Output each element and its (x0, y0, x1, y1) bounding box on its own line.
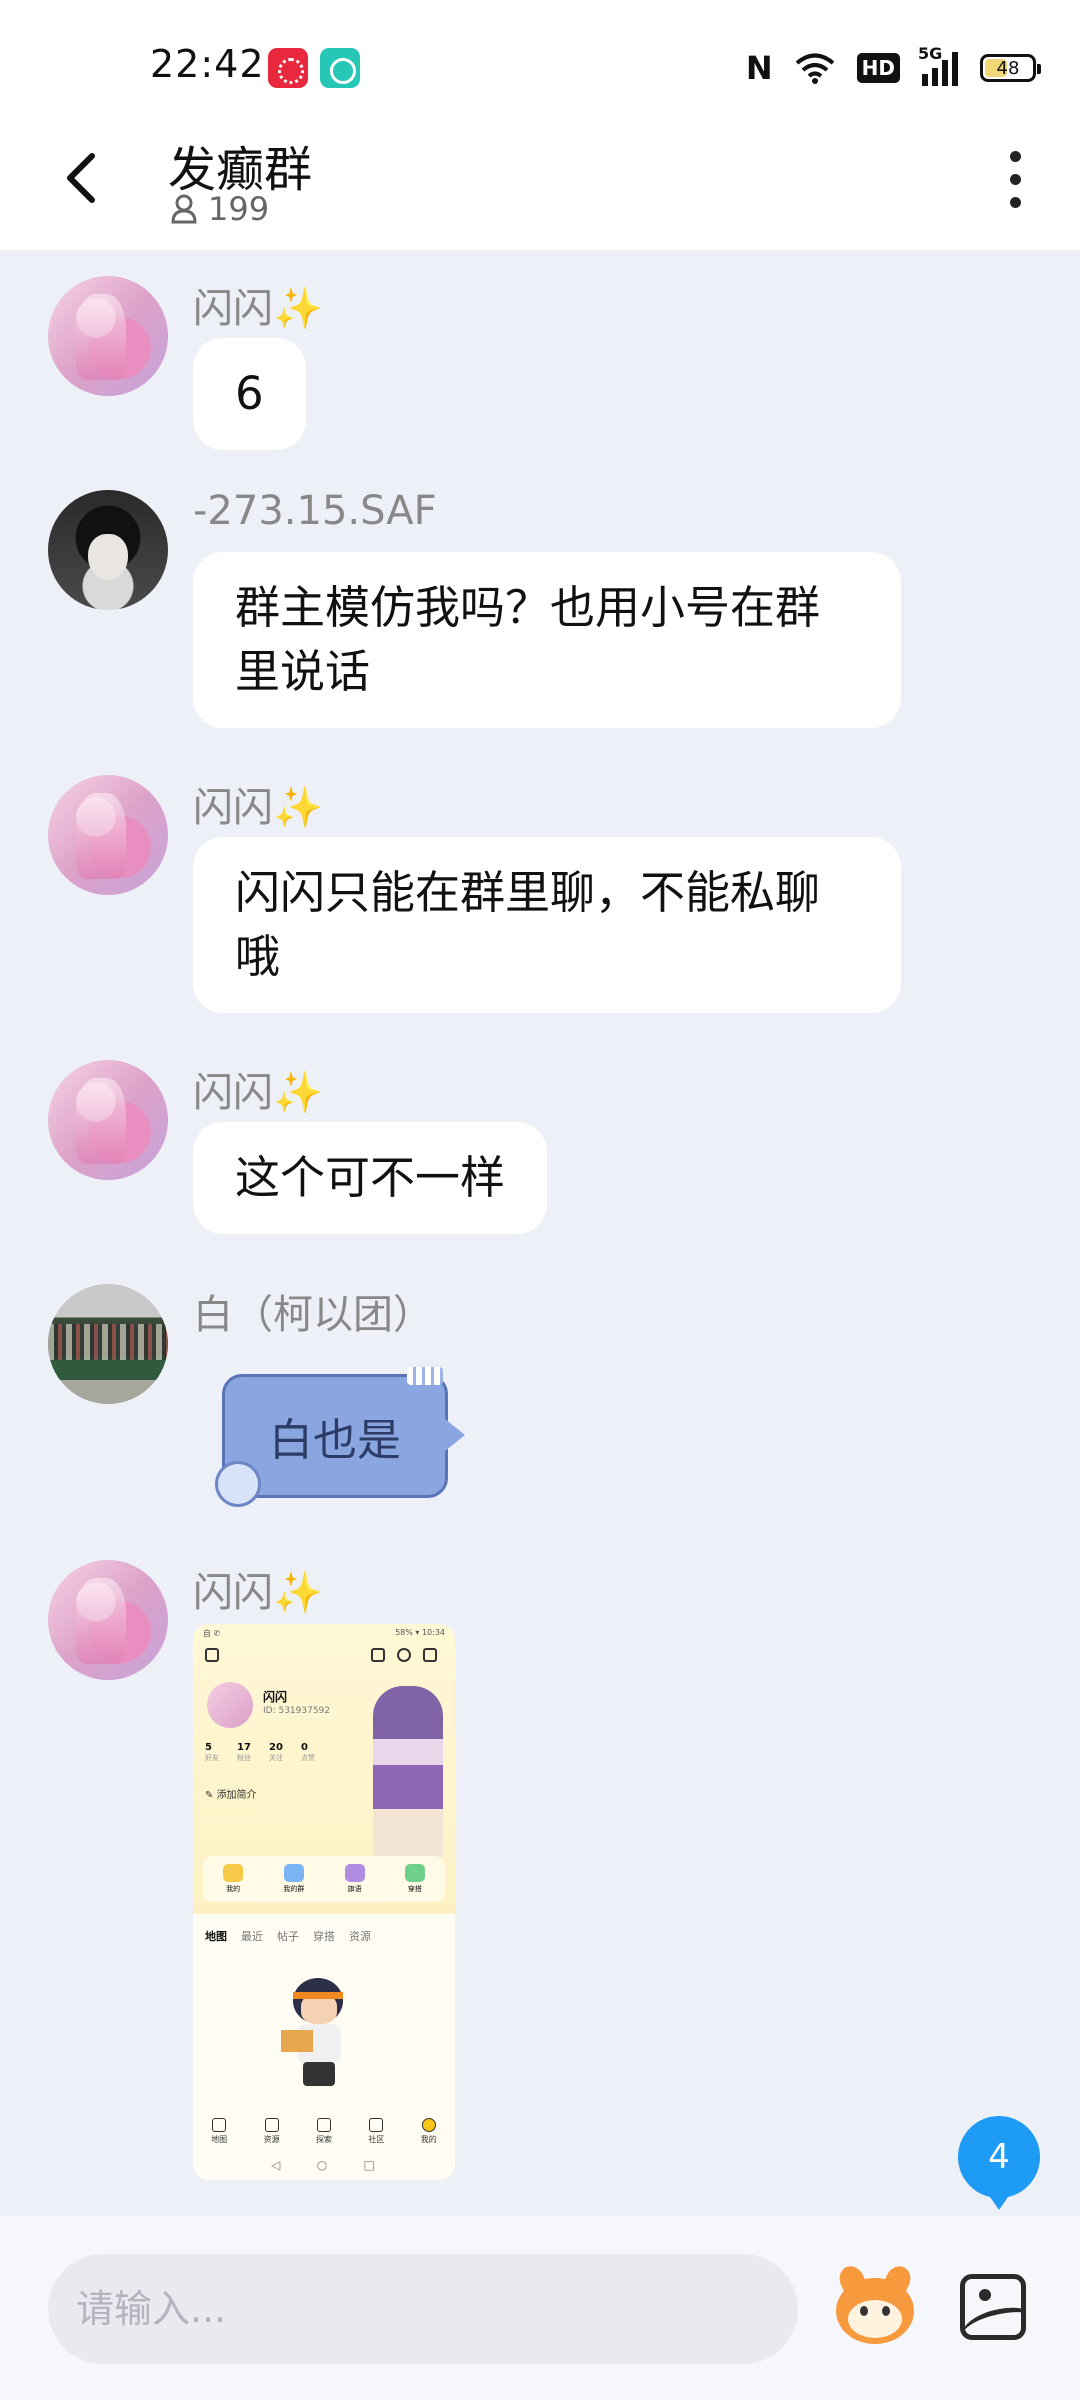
nfc-icon: N (745, 49, 773, 87)
emoji-mascot-icon[interactable] (830, 2262, 920, 2350)
avatar[interactable] (48, 775, 168, 895)
avatar[interactable] (48, 276, 168, 396)
screenshot-system-nav: ◁ ○ □ (271, 2158, 375, 2172)
wifi-icon (795, 53, 834, 84)
avatar[interactable] (48, 1284, 168, 1404)
image-message[interactable]: 自 ✆ 58% ▾ 10:34 闪闪 ID: 531937592 5 好友 17 粉… (193, 1624, 455, 2180)
screenshot-status-left: 自 ✆ (203, 1629, 221, 1638)
scan-icon (371, 1648, 385, 1662)
avatar[interactable] (48, 490, 168, 610)
status-time: 22:42 (150, 42, 265, 86)
input-bar (0, 2216, 1080, 2400)
member-count: 199 (170, 190, 269, 228)
battery-icon: 48 (980, 54, 1041, 82)
sender-name: 闪闪✨ (193, 1070, 323, 1116)
bubble-decoration (215, 1461, 261, 1507)
menu-icon (205, 1648, 219, 1662)
decorated-message-bubble[interactable]: 白也是 (215, 1367, 465, 1507)
message-line: 哦 (235, 930, 281, 983)
network-type: 5G (918, 44, 943, 63)
cartoon-character (279, 1978, 359, 2088)
more-icon[interactable] (990, 144, 1040, 214)
screenshot-status-right: 58% ▾ 10:34 (395, 1628, 445, 1637)
screenshot-user-name: 闪闪 (263, 1690, 288, 1704)
message-line: 里说话 (235, 645, 371, 698)
app-notification-icon (268, 48, 308, 88)
back-icon[interactable] (58, 148, 106, 208)
sender-name: 闪闪✨ (193, 785, 323, 831)
system-icons: N HD 5G 48 (745, 44, 1041, 90)
screenshot-user-id: ID: 531937592 (263, 1706, 331, 1716)
message-bubble[interactable]: 这个可不一样 (193, 1122, 548, 1234)
message-line: 闪闪只能在群里聊，不能私聊 (235, 866, 821, 919)
message-line: 群主模仿我吗？也用小号在群 (235, 581, 821, 634)
sender-name: 白（柯以团） (193, 1292, 433, 1338)
screenshot-avatar (207, 1682, 253, 1728)
unread-count-badge[interactable]: 4 (958, 2116, 1040, 2210)
message-bubble[interactable]: 群主模仿我吗？也用小号在群 里说话 (193, 552, 901, 728)
message-bubble[interactable]: 6 (193, 338, 306, 450)
app-notification-icon (320, 48, 360, 88)
screenshot-tabs: 地图 最近 帖子 穿搭 资源 (205, 1930, 371, 1943)
chat-list[interactable]: 闪闪✨ 6 -273.15.SAF 群主模仿我吗？也用小号在群 里说话 闪闪✨ … (0, 250, 1080, 2216)
message-text: 白也是 (269, 1415, 401, 1466)
avatar[interactable] (48, 1560, 168, 1680)
message-input[interactable] (48, 2254, 798, 2364)
screenshot-bottom-nav: 地图 资源 探索 社区 我的 (193, 2118, 455, 2154)
image-picker-icon[interactable] (960, 2274, 1026, 2340)
screenshot-stats: 5 好友 17 粉丝 20 关注 0 点赞 (205, 1742, 315, 1762)
screenshot-tiles: 我的 我的群 旗语 穿搭 (203, 1856, 445, 1902)
screenshot-status-bar: 自 ✆ 58% ▾ 10:34 (203, 1628, 445, 1638)
message-icon (423, 1648, 437, 1662)
message-bubble[interactable]: 闪闪只能在群里聊，不能私聊 哦 (193, 837, 901, 1013)
character-figure (373, 1686, 443, 1862)
screenshot-intro: ✎ 添加简介 (205, 1790, 257, 1801)
battery-level: 48 (996, 57, 1020, 79)
sender-name: 闪闪✨ (193, 1570, 323, 1616)
hd-icon: HD (856, 53, 900, 83)
sender-name: 闪闪✨ (193, 286, 323, 332)
avatar[interactable] (48, 1060, 168, 1180)
person-icon (171, 194, 197, 224)
status-bar: 22:42 N HD 5G 48 (0, 0, 1080, 120)
member-count-value: 199 (208, 190, 270, 228)
sender-name: -273.15.SAF (193, 488, 437, 534)
refresh-icon (397, 1648, 411, 1662)
signal-icon: 5G (918, 44, 958, 86)
chat-header: 发癫群 199 (0, 120, 1080, 250)
bubble-decoration (407, 1367, 443, 1385)
